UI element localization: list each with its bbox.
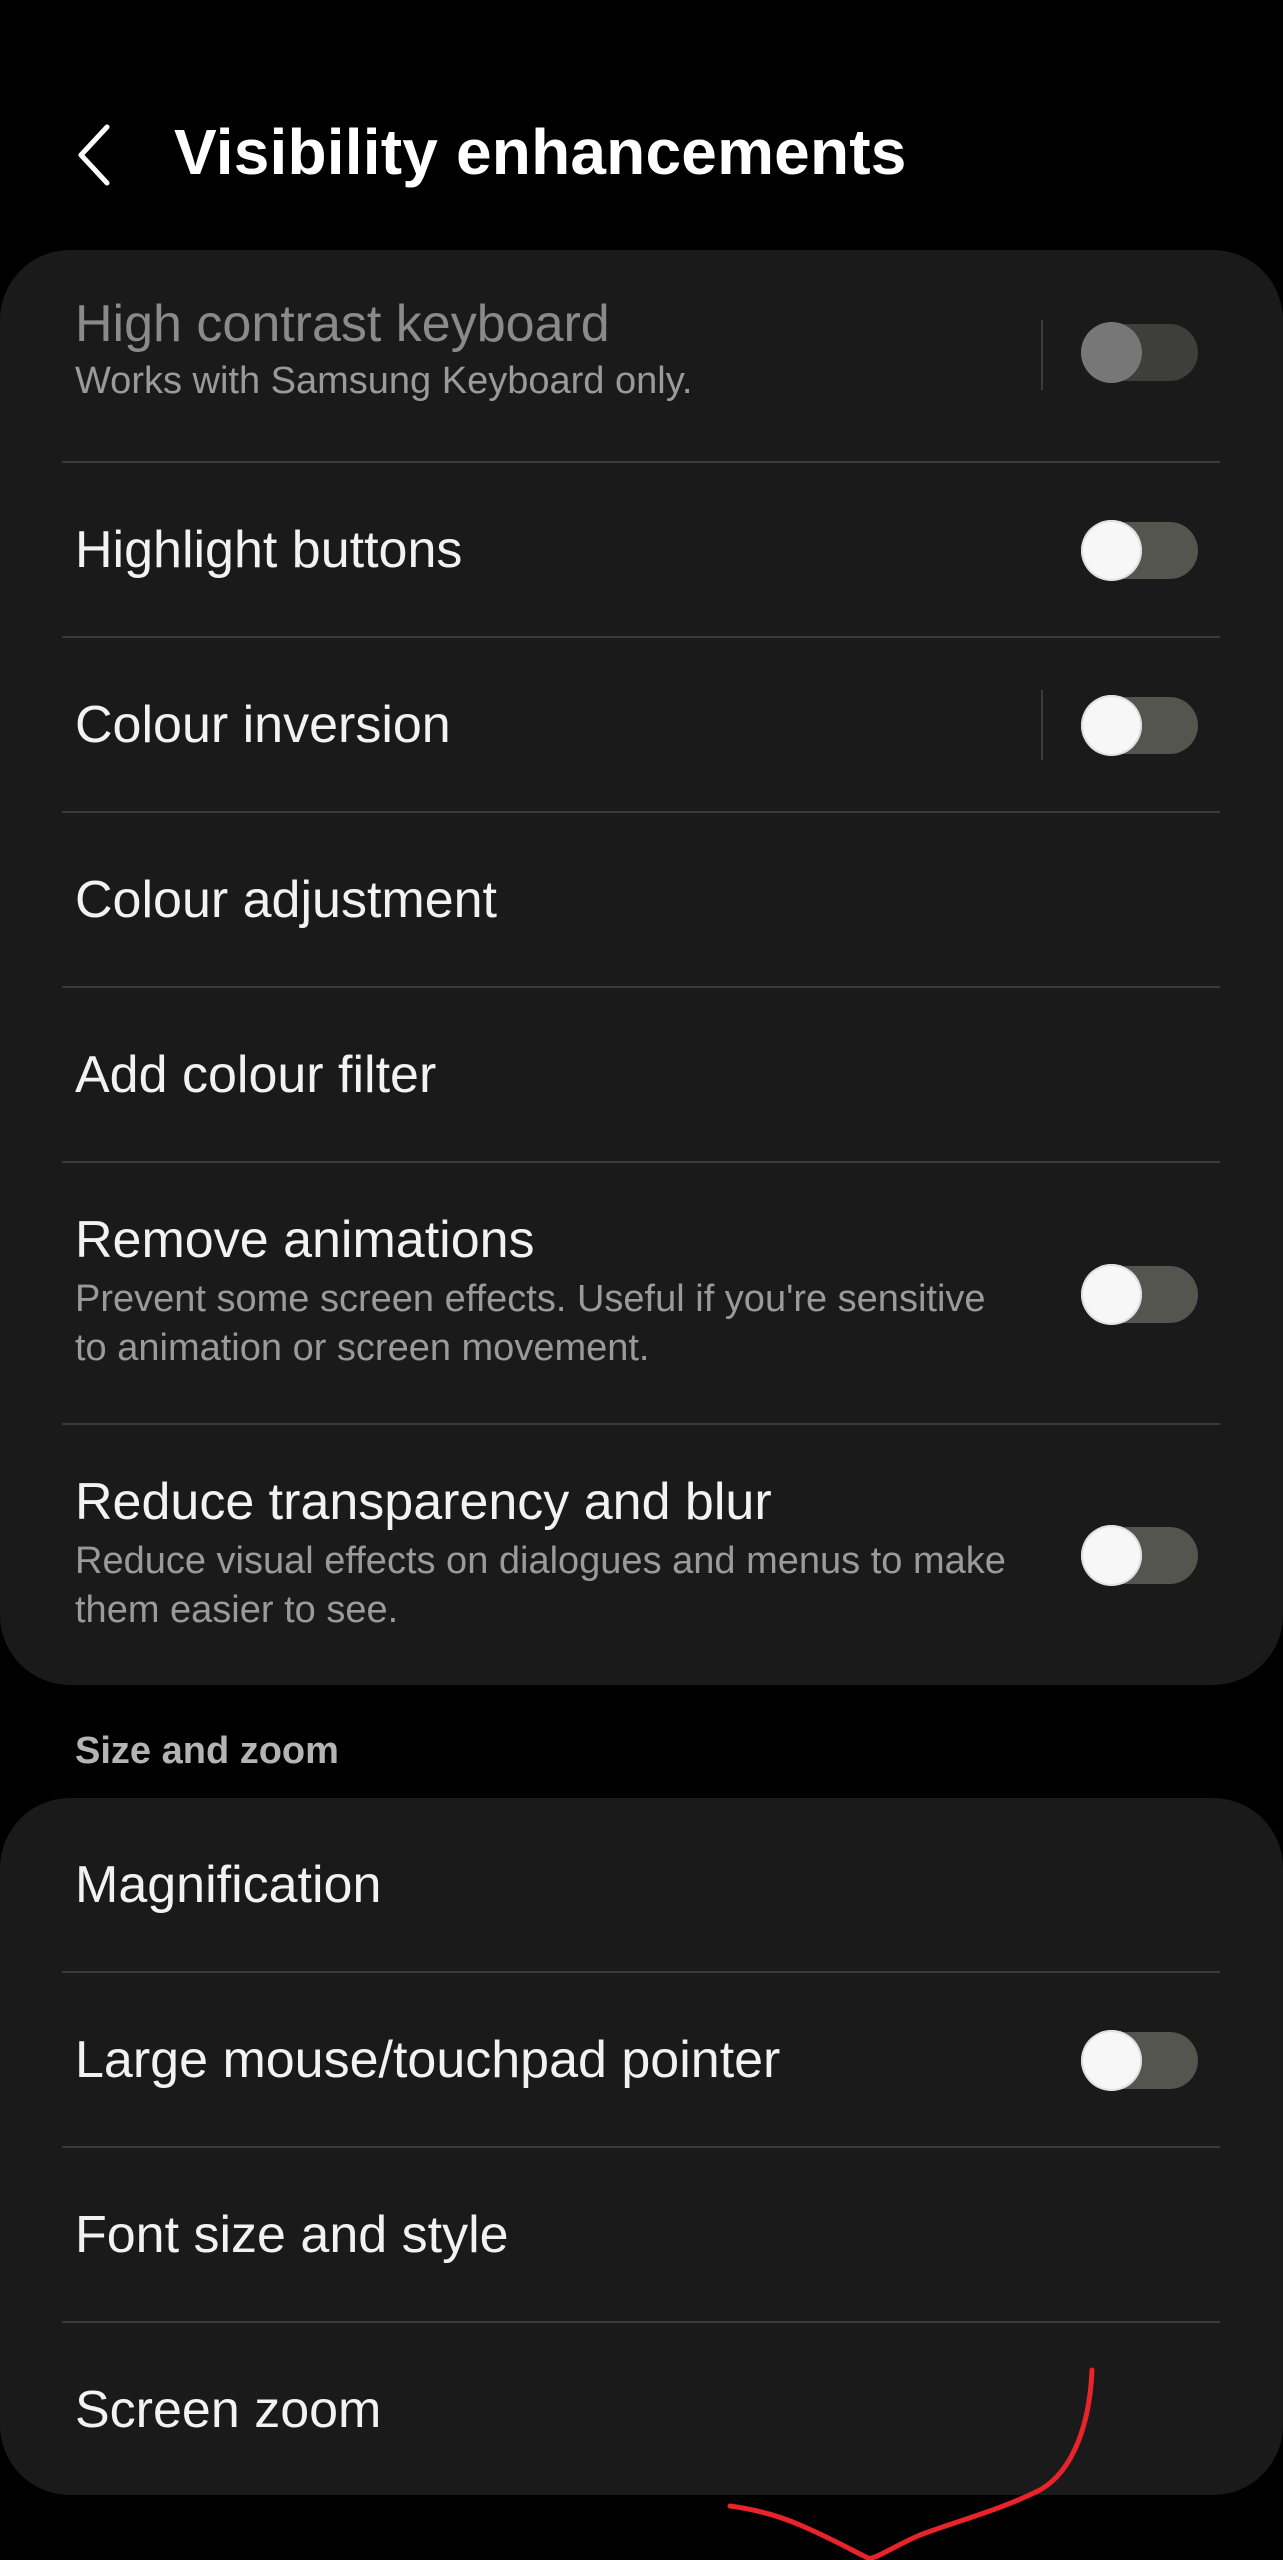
- setting-row-reduce-transparency[interactable]: Reduce transparency and blur Reduce visu…: [0, 1425, 1283, 1685]
- setting-title: Screen zoom: [75, 2381, 382, 2439]
- large-pointer-toggle[interactable]: [1081, 2030, 1198, 2091]
- colour-inversion-toggle[interactable]: [1081, 695, 1198, 756]
- setting-row-screen-zoom[interactable]: Screen zoom: [0, 2323, 1283, 2495]
- toggle-knob: [1081, 2030, 1142, 2091]
- setting-title: Highlight buttons: [75, 521, 463, 579]
- row-separator: [1041, 320, 1043, 390]
- setting-row-font-size-style[interactable]: Font size and style: [0, 2148, 1283, 2323]
- setting-row-magnification[interactable]: Magnification: [0, 1798, 1283, 1973]
- reduce-transparency-toggle[interactable]: [1081, 1525, 1198, 1586]
- setting-title: Add colour filter: [75, 1046, 437, 1104]
- setting-title: Remove animations: [75, 1211, 535, 1269]
- setting-subtitle: Works with Samsung Keyboard only.: [75, 360, 693, 402]
- toggle-knob: [1081, 1264, 1142, 1325]
- toggle-knob: [1081, 520, 1142, 581]
- setting-row-remove-animations[interactable]: Remove animations Prevent some screen ef…: [0, 1163, 1283, 1425]
- chevron-left-icon: [78, 124, 110, 186]
- high-contrast-keyboard-toggle[interactable]: [1081, 322, 1198, 383]
- setting-title: Large mouse/touchpad pointer: [75, 2031, 781, 2089]
- setting-title: High contrast keyboard: [75, 295, 610, 353]
- toggle-knob: [1081, 1525, 1142, 1586]
- remove-animations-toggle[interactable]: [1081, 1264, 1198, 1325]
- setting-title: Font size and style: [75, 2206, 509, 2264]
- toggle-knob: [1081, 322, 1142, 383]
- setting-title: Colour inversion: [75, 696, 451, 754]
- section-header-size-and-zoom: Size and zoom: [75, 1730, 339, 1772]
- toggle-knob: [1081, 695, 1142, 756]
- app-header: Visibility enhancements: [0, 80, 1283, 226]
- setting-subtitle: Prevent some screen effects. Useful if y…: [75, 1278, 986, 1369]
- setting-title: Colour adjustment: [75, 871, 497, 929]
- highlight-buttons-toggle[interactable]: [1081, 520, 1198, 581]
- setting-title: Reduce transparency and blur: [75, 1473, 772, 1531]
- setting-row-large-pointer[interactable]: Large mouse/touchpad pointer: [0, 1973, 1283, 2148]
- back-button[interactable]: [60, 110, 130, 200]
- setting-subtitle: Reduce visual effects on dialogues and m…: [75, 1540, 1006, 1631]
- page-title: Visibility enhancements: [174, 116, 907, 188]
- setting-row-high-contrast-keyboard[interactable]: High contrast keyboard Works with Samsun…: [0, 250, 1283, 463]
- setting-row-colour-adjustment[interactable]: Colour adjustment: [0, 813, 1283, 988]
- setting-title: Magnification: [75, 1856, 382, 1914]
- setting-row-highlight-buttons[interactable]: Highlight buttons: [0, 463, 1283, 638]
- size-and-zoom-card: Magnification Large mouse/touchpad point…: [0, 1798, 1283, 2495]
- setting-row-colour-inversion[interactable]: Colour inversion: [0, 638, 1283, 813]
- setting-row-add-colour-filter[interactable]: Add colour filter: [0, 988, 1283, 1163]
- row-separator: [1041, 690, 1043, 760]
- visibility-settings-card: High contrast keyboard Works with Samsun…: [0, 250, 1283, 1685]
